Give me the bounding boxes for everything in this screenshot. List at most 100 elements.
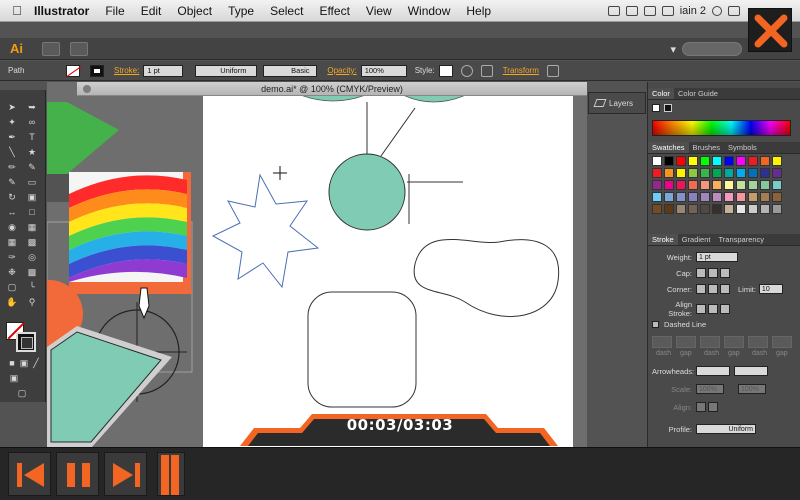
swatch[interactable]: [724, 192, 734, 202]
swatch[interactable]: [652, 192, 662, 202]
gap-field-2[interactable]: [724, 336, 744, 348]
swatch[interactable]: [652, 180, 662, 190]
swatch[interactable]: [772, 180, 782, 190]
artboard[interactable]: [203, 96, 573, 447]
brush-definition-dropdown[interactable]: Basic: [263, 64, 318, 77]
tab-brushes[interactable]: Brushes: [689, 142, 725, 153]
swatch[interactable]: [760, 180, 770, 190]
stroke-swatch[interactable]: [90, 64, 104, 77]
direct-selection-tool-icon[interactable]: ➥: [26, 102, 38, 112]
search-input[interactable]: [682, 42, 742, 56]
swatch[interactable]: [712, 192, 722, 202]
skip-forward-button[interactable]: [104, 452, 147, 496]
slice-tool-icon[interactable]: ╰: [26, 282, 38, 292]
zoom-tool-icon[interactable]: ⚲: [26, 297, 38, 307]
dashed-line-checkbox[interactable]: [652, 321, 659, 328]
swatch[interactable]: [700, 192, 710, 202]
scale-tool-icon[interactable]: ▣: [26, 192, 38, 202]
stroke-weight-field[interactable]: 1 pt: [143, 64, 184, 77]
color-fill-indicator[interactable]: [652, 104, 660, 112]
swatch[interactable]: [712, 168, 722, 178]
swatch[interactable]: [700, 204, 710, 214]
stroke-link[interactable]: Stroke:: [114, 66, 139, 75]
selection-tool-icon[interactable]: ➤: [6, 102, 18, 112]
width-tool-icon[interactable]: ↔: [6, 207, 18, 217]
shape-builder-tool-icon[interactable]: ◉: [6, 222, 18, 232]
gradient-tool-icon[interactable]: ▩: [26, 237, 38, 247]
tab-color-guide[interactable]: Color Guide: [674, 88, 722, 99]
rotate-tool-icon[interactable]: ↻: [6, 192, 18, 202]
color-mode-icon[interactable]: ■: [6, 358, 18, 368]
eyedropper-tool-icon[interactable]: ✑: [6, 252, 18, 262]
type-tool-icon[interactable]: T: [26, 132, 38, 142]
swatch[interactable]: [688, 204, 698, 214]
opacity-field[interactable]: 100%: [360, 64, 407, 77]
swatch[interactable]: [700, 156, 710, 166]
swatch[interactable]: [688, 192, 698, 202]
tab-symbols[interactable]: Symbols: [724, 142, 761, 153]
recolor-artwork-icon[interactable]: [460, 64, 473, 77]
swatch[interactable]: [712, 156, 722, 166]
swatch[interactable]: [772, 156, 782, 166]
column-graph-tool-icon[interactable]: ▩: [26, 267, 38, 277]
mesh-tool-icon[interactable]: ▦: [6, 237, 18, 247]
menu-view[interactable]: View: [358, 4, 400, 18]
free-transform-tool-icon[interactable]: □: [26, 207, 38, 217]
star-tool-icon[interactable]: ★: [26, 147, 38, 157]
swatch[interactable]: [712, 204, 722, 214]
pen-tool-icon[interactable]: ✒: [6, 132, 18, 142]
tab-swatches[interactable]: Swatches: [648, 142, 689, 153]
butt-cap-button[interactable]: [696, 268, 706, 278]
display-icon[interactable]: [625, 6, 638, 16]
swatch[interactable]: [676, 168, 686, 178]
hand-tool-icon[interactable]: ✋: [6, 297, 18, 307]
screen-record-icon[interactable]: [607, 6, 620, 16]
workspace-icon[interactable]: ▾: [670, 43, 676, 56]
none-mode-icon[interactable]: ╱: [30, 358, 42, 368]
menu-window[interactable]: Window: [400, 4, 459, 18]
swatch[interactable]: [688, 156, 698, 166]
progress-handle[interactable]: [157, 452, 185, 496]
align-center-button[interactable]: [696, 304, 706, 314]
tab-stroke[interactable]: Stroke: [648, 234, 678, 245]
pause-button[interactable]: [56, 452, 99, 496]
gap-field-3[interactable]: [772, 336, 792, 348]
drawing-mode-icon[interactable]: ▣: [8, 373, 20, 383]
menu-object[interactable]: Object: [169, 4, 220, 18]
menu-effect[interactable]: Effect: [311, 4, 357, 18]
swatch[interactable]: [748, 180, 758, 190]
notification-icon[interactable]: [728, 6, 740, 16]
swatch[interactable]: [760, 156, 770, 166]
lasso-tool-icon[interactable]: ∞: [26, 117, 38, 127]
rainbow[interactable]: [69, 175, 187, 282]
transform-link[interactable]: Transform: [503, 66, 539, 75]
scale-end-field[interactable]: 100%: [738, 384, 766, 394]
swatch[interactable]: [700, 168, 710, 178]
projecting-cap-button[interactable]: [720, 268, 730, 278]
stroke-color-icon[interactable]: [16, 332, 36, 352]
swatch[interactable]: [760, 192, 770, 202]
variable-width-profile-dropdown[interactable]: Uniform: [195, 64, 258, 77]
symbol-sprayer-tool-icon[interactable]: ❉: [6, 267, 18, 277]
star-shape[interactable]: [211, 173, 320, 289]
align-inside-button[interactable]: [708, 304, 718, 314]
swatch[interactable]: [712, 180, 722, 190]
user-name[interactable]: iain 2: [680, 5, 706, 17]
wifi-icon[interactable]: [661, 6, 674, 16]
paintbrush-tool-icon[interactable]: ✏: [6, 162, 18, 172]
swatch[interactable]: [724, 168, 734, 178]
swatch[interactable]: [772, 192, 782, 202]
menu-edit[interactable]: Edit: [133, 4, 170, 18]
menu-type[interactable]: Type: [220, 4, 262, 18]
green-shape[interactable]: [47, 102, 119, 174]
bridge-button[interactable]: [42, 41, 60, 56]
swatch[interactable]: [748, 204, 758, 214]
fill-swatch[interactable]: [66, 64, 80, 77]
dash-field-2[interactable]: [700, 336, 720, 348]
swatch[interactable]: [736, 204, 746, 214]
round-join-button[interactable]: [708, 284, 718, 294]
swatch[interactable]: [772, 204, 782, 214]
swatch[interactable]: [760, 168, 770, 178]
magic-wand-tool-icon[interactable]: ✦: [6, 117, 18, 127]
miter-join-button[interactable]: [696, 284, 706, 294]
